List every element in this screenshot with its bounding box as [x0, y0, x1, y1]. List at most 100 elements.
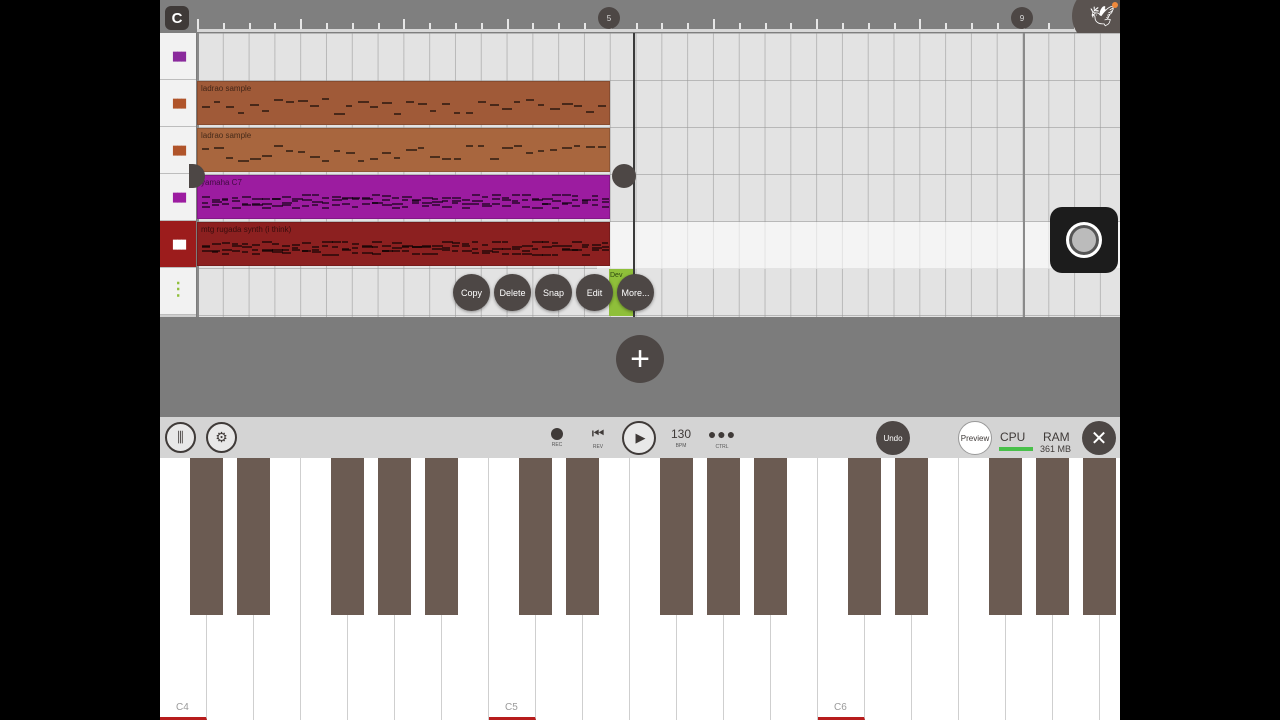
black-key[interactable] — [895, 458, 928, 615]
midi-note — [532, 248, 538, 250]
copy-button[interactable]: Copy — [453, 274, 490, 311]
preview-button[interactable]: Preview — [958, 421, 992, 455]
track-header-synth[interactable]: ▮▮▮ — [160, 221, 196, 268]
midi-note — [452, 242, 460, 244]
black-key[interactable] — [378, 458, 411, 615]
rewind-button[interactable]: ⏮ REV — [588, 417, 608, 458]
midi-note — [402, 250, 409, 252]
track-header-audio[interactable]: ⫶ — [160, 268, 196, 315]
ram-label: RAM — [1043, 430, 1070, 444]
midi-note — [342, 241, 348, 243]
midi-note — [538, 150, 544, 152]
black-key[interactable] — [989, 458, 1022, 615]
midi-note — [452, 250, 458, 252]
bar-marker[interactable]: 9 — [1011, 7, 1033, 29]
midi-note — [582, 246, 588, 248]
edit-button[interactable]: Edit — [576, 274, 613, 311]
midi-note — [322, 207, 329, 209]
bar-line — [1023, 33, 1025, 317]
clip-name: ladrao sample — [201, 131, 252, 140]
midi-note — [272, 243, 279, 245]
midi-note — [478, 101, 486, 103]
midi-note — [422, 202, 432, 204]
midi-note — [252, 249, 258, 251]
midi-note — [422, 253, 432, 255]
undo-button[interactable]: Undo — [876, 421, 910, 455]
piano-keyboard[interactable]: C4 C5 C6 — [160, 458, 1120, 720]
bpm-control[interactable]: 130 BPM — [667, 417, 695, 458]
black-key[interactable] — [566, 458, 599, 615]
track-header-drums[interactable]: ▮▮▮ — [160, 33, 196, 80]
play-button[interactable]: ▶ — [622, 421, 656, 455]
ruler-tick — [893, 23, 896, 29]
more-button[interactable]: More... — [617, 274, 654, 311]
ruler-tick — [713, 19, 715, 29]
black-key[interactable] — [519, 458, 552, 615]
delete-button[interactable]: Delete — [494, 274, 531, 311]
clip-ladrao-sample-2[interactable]: ladrao sample — [197, 128, 610, 172]
midi-note — [522, 194, 531, 196]
close-keyboard-button[interactable]: ✕ — [1082, 421, 1116, 455]
mixer-button[interactable]: ⫼ — [165, 422, 196, 453]
midi-note — [262, 155, 272, 157]
app-logo-icon[interactable]: C — [165, 6, 189, 30]
assistive-touch-button[interactable] — [1050, 207, 1118, 273]
midi-note — [552, 245, 562, 247]
midi-note — [472, 252, 479, 254]
ruler-baseline — [197, 29, 1120, 32]
clip-yamaha-c7[interactable]: yamaha C7 — [197, 175, 610, 219]
cpu-label: CPU — [1000, 430, 1026, 444]
black-key[interactable] — [1036, 458, 1069, 615]
midi-note — [452, 245, 459, 247]
black-key[interactable] — [331, 458, 364, 615]
midi-note — [582, 202, 588, 204]
midi-note — [432, 253, 438, 255]
black-key[interactable] — [660, 458, 693, 615]
clip-ladrao-sample-1[interactable]: ladrao sample — [197, 81, 610, 125]
midi-note — [552, 194, 561, 196]
midi-note — [442, 103, 450, 105]
midi-note — [406, 101, 414, 103]
record-button[interactable]: REC — [549, 417, 565, 458]
midi-note — [302, 199, 312, 201]
midi-note — [252, 253, 260, 255]
midi-note — [202, 148, 209, 150]
midi-note — [394, 113, 401, 115]
midi-note — [592, 199, 598, 201]
clip-name: Dev — [610, 272, 623, 279]
midi-note — [212, 204, 219, 206]
black-key[interactable] — [425, 458, 458, 615]
midi-note — [522, 253, 532, 255]
black-key[interactable] — [190, 458, 223, 615]
black-key[interactable] — [754, 458, 787, 615]
midi-note — [282, 204, 291, 206]
instrument-settings-button[interactable]: ⚙ — [206, 422, 237, 453]
snap-button[interactable]: Snap — [535, 274, 572, 311]
midi-note — [422, 246, 431, 248]
midi-note — [242, 243, 248, 245]
add-track-button[interactable]: + — [616, 335, 664, 383]
ctrl-button[interactable]: ●●● CTRL — [708, 417, 736, 458]
ruler-tick — [532, 23, 535, 29]
midi-note — [550, 108, 560, 110]
midi-note — [422, 205, 429, 207]
midi-note — [452, 202, 458, 204]
midi-note — [250, 104, 259, 106]
midi-note — [370, 158, 378, 160]
track-header-ladrao-1[interactable]: ▮▮▮ — [160, 80, 196, 127]
midi-note — [286, 150, 293, 152]
bar-marker[interactable]: 5 — [598, 7, 620, 29]
black-key[interactable] — [1083, 458, 1116, 615]
black-key[interactable] — [707, 458, 740, 615]
midi-note — [370, 106, 378, 108]
midi-note — [542, 241, 549, 243]
timeline-ruler[interactable]: C 5 9 🕊 — [160, 0, 1120, 46]
midi-note — [332, 246, 338, 248]
arrangement-grid[interactable]: ladrao sample ladrao sample yamaha C7 mt… — [197, 33, 1120, 317]
black-key[interactable] — [848, 458, 881, 615]
midi-note — [238, 112, 244, 114]
playhead-handle[interactable] — [612, 164, 636, 188]
midi-note — [322, 160, 329, 162]
black-key[interactable] — [237, 458, 270, 615]
clip-synth[interactable]: mtg rugada synth (i think) — [197, 222, 610, 266]
